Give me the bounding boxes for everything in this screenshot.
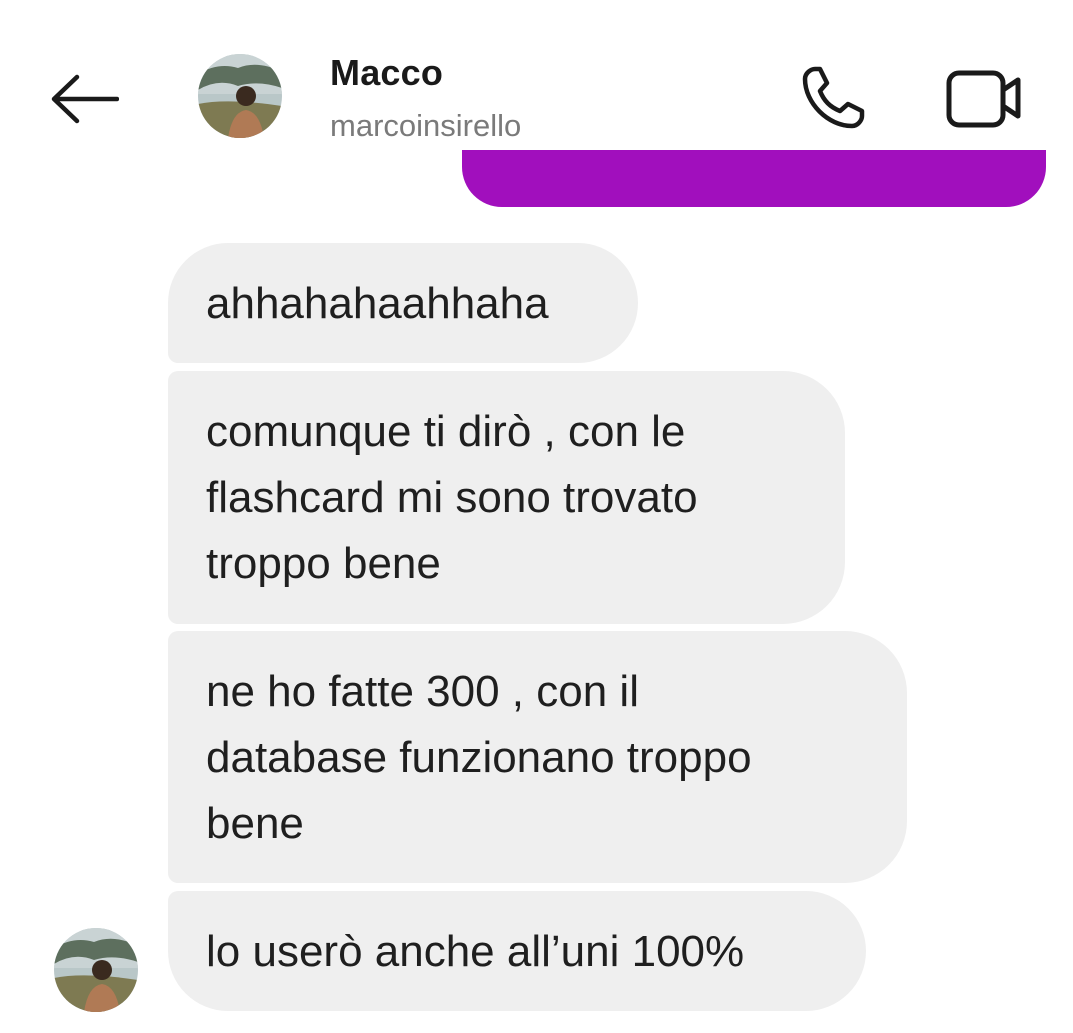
- voice-call-button[interactable]: [795, 60, 871, 136]
- back-arrow-icon: [51, 74, 119, 124]
- contact-name[interactable]: Macco: [330, 52, 443, 94]
- chat-screen: Macco marcoinsirello ahhahahaahhaha comu…: [0, 0, 1073, 1033]
- avatar-photo: [54, 928, 138, 1012]
- received-message-bubble[interactable]: comunque ti dirò , con le flashcard mi s…: [168, 371, 845, 624]
- sender-avatar[interactable]: [54, 928, 138, 1012]
- phone-icon: [802, 66, 865, 129]
- contact-avatar[interactable]: [198, 54, 282, 138]
- avatar-photo: [198, 54, 282, 138]
- received-message-bubble[interactable]: lo userò anche all’uni 100%: [168, 891, 866, 1011]
- received-message-bubble[interactable]: ne ho fatte 300 , con il database funzio…: [168, 631, 907, 883]
- back-button[interactable]: [44, 64, 124, 134]
- contact-username[interactable]: marcoinsirello: [330, 108, 521, 144]
- video-camera-icon: [946, 70, 1021, 128]
- received-message-bubble[interactable]: ahhahahaahhaha: [168, 243, 638, 363]
- video-call-button[interactable]: [942, 60, 1026, 136]
- sent-message-bubble[interactable]: [462, 150, 1046, 207]
